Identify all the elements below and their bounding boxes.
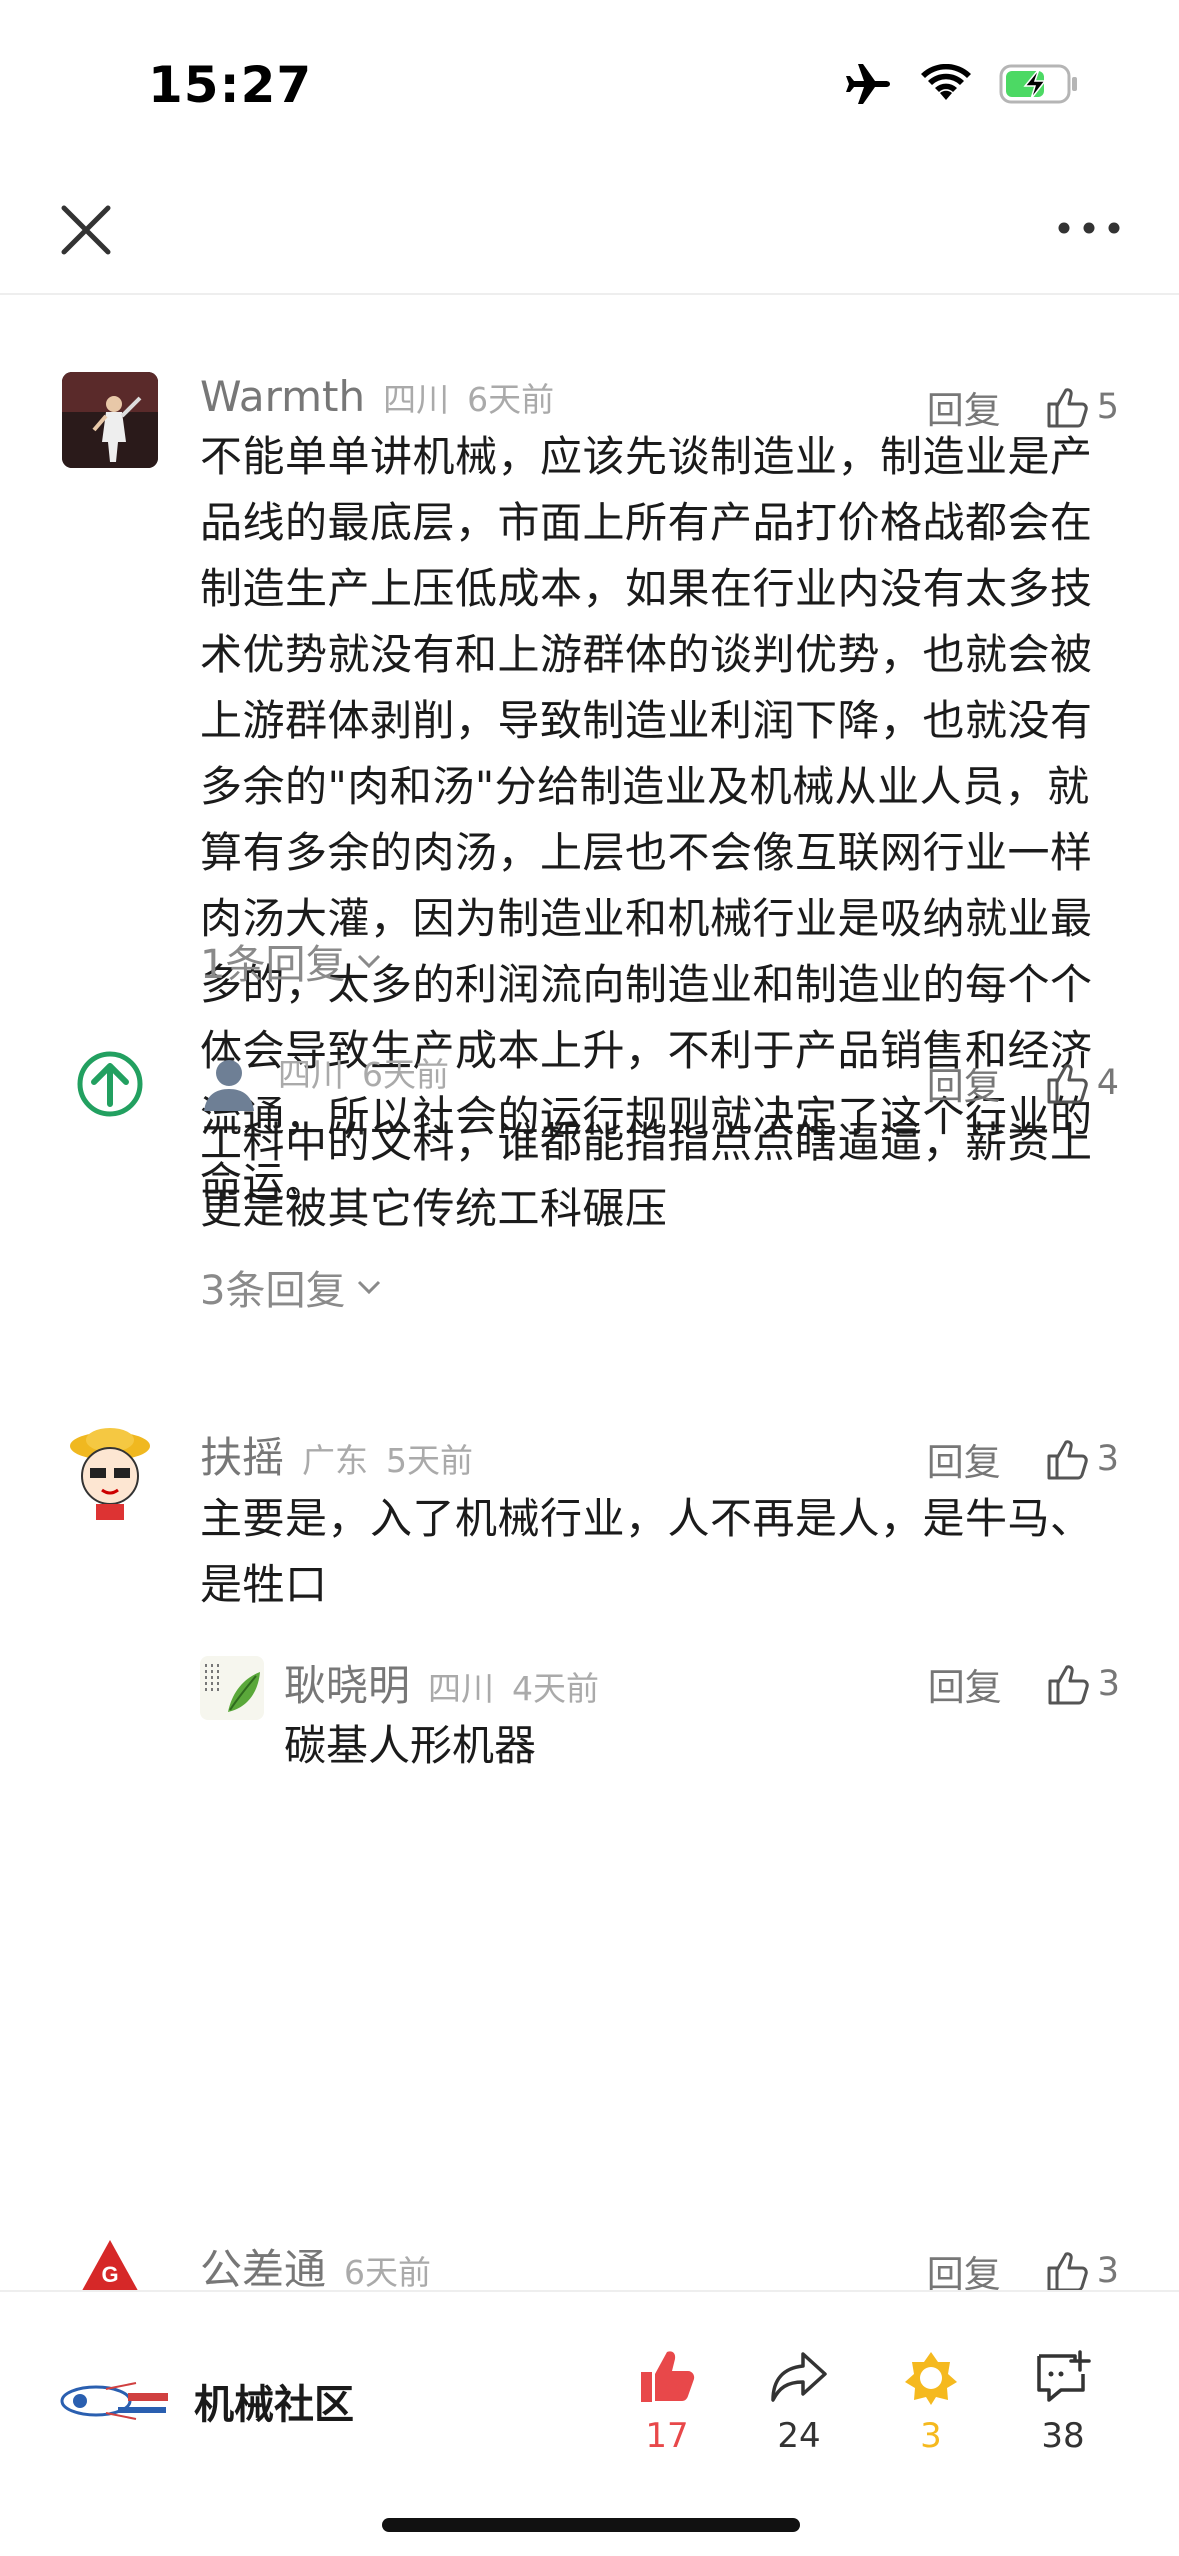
like-post-count: 17 <box>645 2416 689 2456</box>
comment-actions: 回复 3 <box>927 2236 1119 2290</box>
thumbs-up-icon <box>1047 1440 1088 1480</box>
arrow-up-circle-icon <box>77 1051 143 1117</box>
avatar[interactable]: G <box>62 2236 158 2290</box>
like-count: 3 <box>1096 1439 1119 1479</box>
comment-actions: 回复 3 <box>927 1424 1119 1494</box>
comment-time: 6天前 <box>467 380 555 419</box>
more-dots-icon <box>1058 222 1120 234</box>
nav-bar <box>0 170 1179 295</box>
comment-location: 四川 <box>383 380 450 419</box>
more-replies-link[interactable]: 3条回复 <box>200 1258 383 1316</box>
more-replies-label: 3条回复 <box>200 1268 346 1314</box>
more-options-button[interactable] <box>1054 208 1124 248</box>
reply-button[interactable]: 回复 <box>927 1056 1001 1110</box>
favorite-button[interactable]: 3 <box>876 2348 986 2456</box>
cartoon-avatar-icon <box>62 1424 158 1520</box>
community-link[interactable]: 机械社区 <box>58 2372 354 2430</box>
comment-author[interactable]: 公差通 <box>200 2236 326 2290</box>
comment-meta: 扶摇 广东 5天前 <box>200 1424 491 1494</box>
comment-author[interactable]: 扶摇 <box>200 1424 284 1485</box>
comment-location: 四川 <box>428 1669 495 1708</box>
more-replies-link[interactable]: 1条回复 <box>200 932 383 990</box>
community-name: 机械社区 <box>194 2382 354 2428</box>
more-replies-label: 1条回复 <box>200 942 346 988</box>
comment-actions: 回复 3 <box>928 1652 1120 1716</box>
chevron-down-icon <box>358 1280 381 1295</box>
bottom-action-bar: 机械社区 17 24 3 38 <box>0 2290 1179 2556</box>
status-bar: 15:27 <box>0 0 1179 170</box>
status-time: 15:27 <box>148 56 313 114</box>
comment-location: 广东 <box>302 1441 369 1480</box>
like-count: 4 <box>1096 1063 1119 1103</box>
comment-location: 四川 <box>278 1055 344 1094</box>
comment-time: 4天前 <box>512 1669 600 1708</box>
comment-body: 主要是，入了机械行业，人不再是人，是牛马、是牲口 <box>200 1494 1093 1609</box>
comment-meta: 四川 6天前 <box>200 1048 467 1118</box>
like-button[interactable]: 3 <box>1045 2248 1119 2290</box>
reply-button[interactable]: 回复 <box>927 2244 1001 2290</box>
favorite-badge-icon <box>905 2352 957 2405</box>
close-button[interactable] <box>58 202 114 258</box>
like-count: 5 <box>1096 387 1119 427</box>
svg-text:G: G <box>101 2262 118 2287</box>
like-count: 3 <box>1097 1664 1120 1704</box>
share-arrow-icon <box>771 2352 827 2402</box>
comment-actions: 回复 4 <box>927 1048 1119 1118</box>
airplane-mode-icon <box>846 64 890 104</box>
thumbs-up-filled-icon <box>641 2351 695 2402</box>
community-logo-icon <box>60 2382 168 2420</box>
thumbs-up-icon <box>1047 2252 1088 2290</box>
battery-charging-icon <box>999 64 1077 104</box>
share-count: 24 <box>777 2416 821 2456</box>
like-button[interactable]: 4 <box>1045 1060 1119 1106</box>
comment-time: 6天前 <box>362 1055 449 1094</box>
comment-meta: 公差通 6天前 <box>200 2236 449 2290</box>
comment-count: 38 <box>1041 2416 1085 2456</box>
avatar[interactable] <box>62 1424 158 1520</box>
close-icon <box>61 205 111 255</box>
status-icons <box>843 62 1079 106</box>
favorite-count: 3 <box>920 2416 942 2456</box>
reply-button[interactable]: 回复 <box>928 1657 1002 1711</box>
comment-time: 5天前 <box>386 1441 474 1480</box>
like-button[interactable]: 3 <box>1046 1661 1120 1707</box>
share-button[interactable]: 24 <box>744 2348 854 2456</box>
comment-time: 6天前 <box>344 2253 432 2290</box>
comment-author[interactable]: Warmth <box>200 372 365 421</box>
avatar-photo-icon <box>62 372 158 468</box>
comment-author[interactable]: 耿晓明 <box>284 1652 410 1713</box>
thumbs-up-icon <box>1047 1064 1088 1104</box>
avatar[interactable] <box>74 1048 146 1120</box>
comment-button[interactable]: 38 <box>1008 2348 1118 2456</box>
comment-body: 碳基人形机器 <box>284 1721 537 1770</box>
like-post-button[interactable]: 17 <box>612 2348 722 2456</box>
home-indicator[interactable] <box>382 2518 800 2532</box>
thumbs-up-icon <box>1048 1665 1089 1705</box>
comment-body: 工科中的文科，谁都能指指点点瞎逼逼，薪资上更是被其它传统工科碾压 <box>200 1118 1093 1233</box>
comment-list: Warmth 四川 6天前 回复 5 不能单单讲机械，应该先谈制造业，制造业是产… <box>0 296 1179 2290</box>
comment-add-icon <box>1037 2350 1091 2402</box>
avatar[interactable] <box>200 1656 264 1720</box>
wifi-icon <box>921 64 971 100</box>
chevron-down-icon <box>358 954 381 969</box>
reply-button[interactable]: 回复 <box>927 1432 1001 1486</box>
comment-meta: 耿晓明 四川 4天前 <box>284 1652 617 1713</box>
like-button[interactable]: 3 <box>1045 1436 1119 1482</box>
like-count: 3 <box>1096 2251 1119 2290</box>
avatar[interactable] <box>62 372 158 468</box>
default-user-avatar-icon[interactable] <box>200 1055 258 1111</box>
triangle-logo-avatar-icon: G <box>62 2236 158 2290</box>
leaf-calligraphy-avatar-icon <box>200 1656 264 1720</box>
